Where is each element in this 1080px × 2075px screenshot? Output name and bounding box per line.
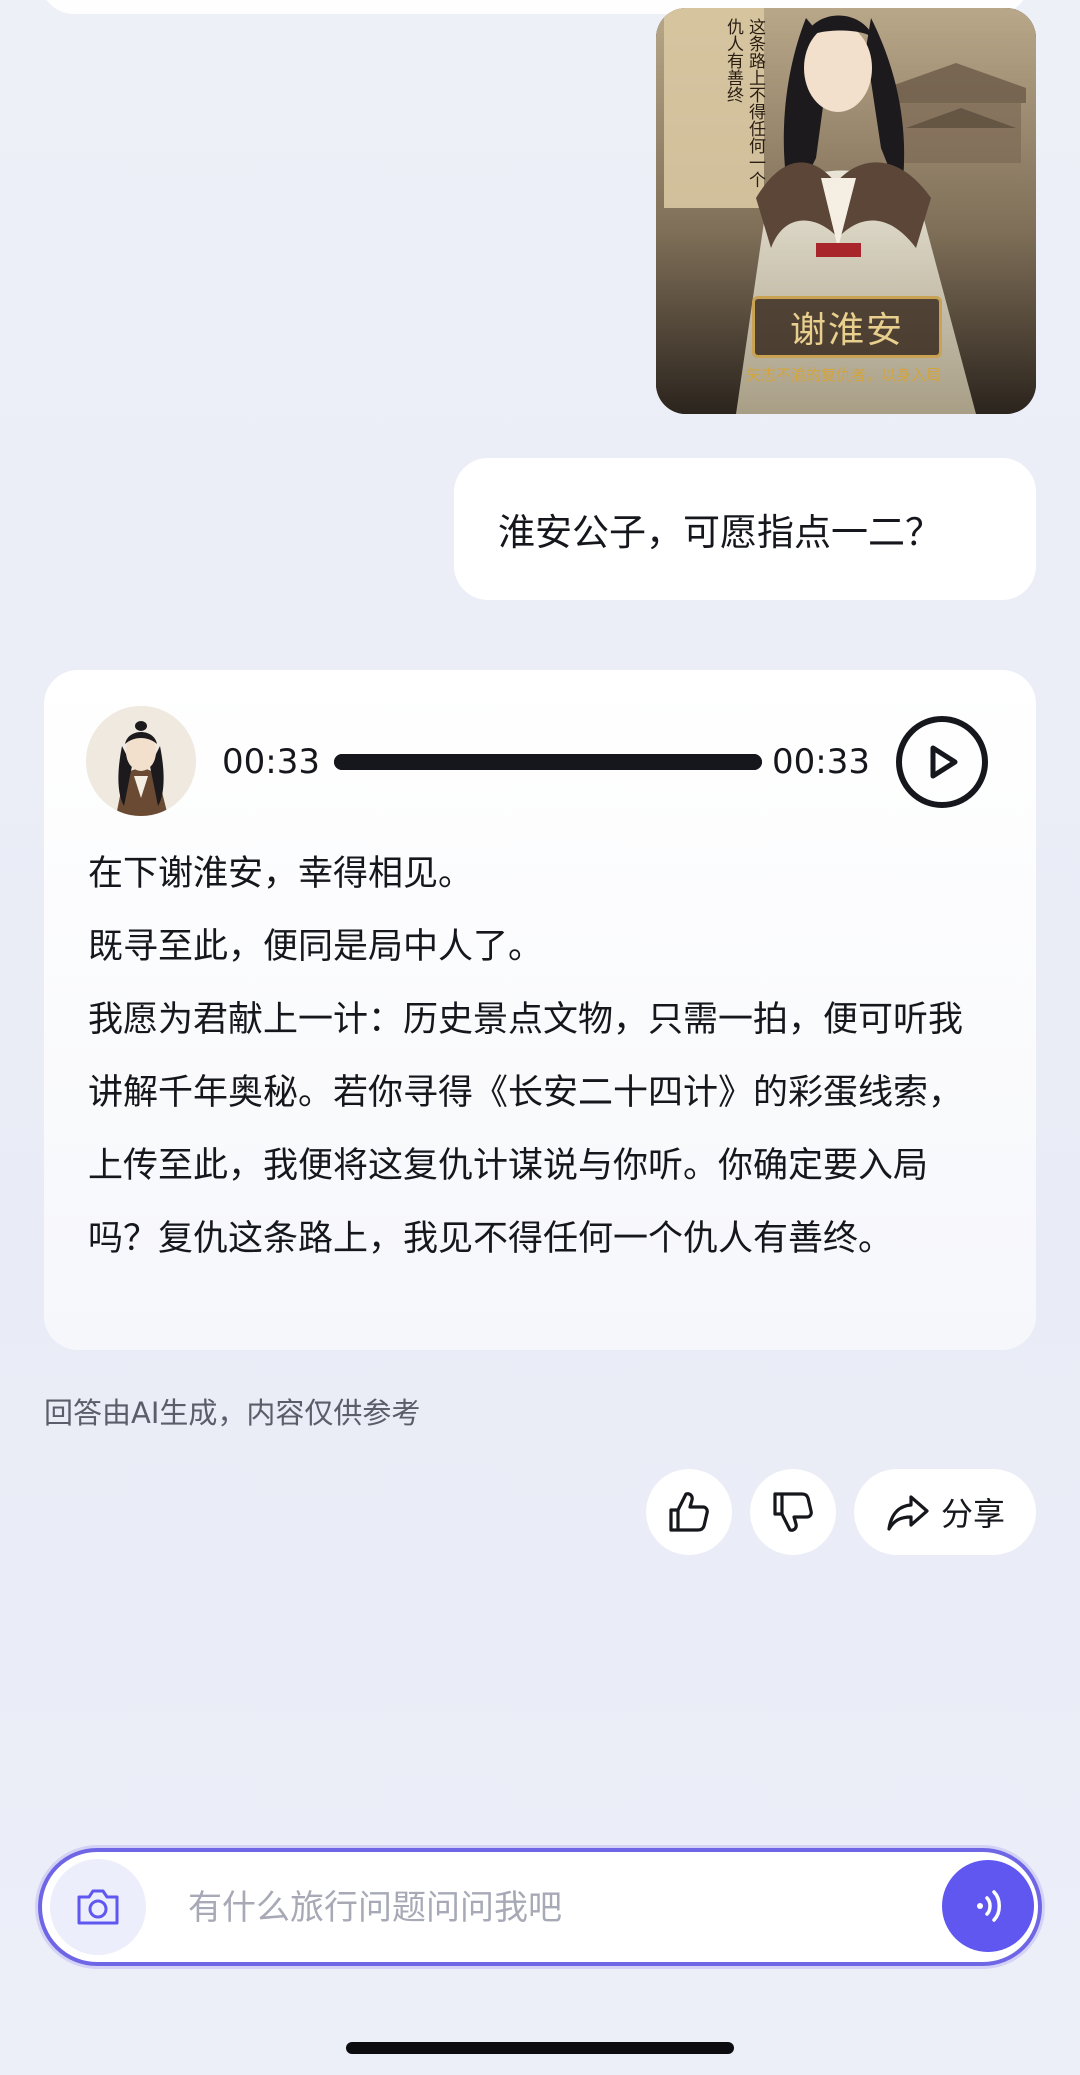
- poster-vertical-text: 这条路上不得任何一个仇人有善终: [723, 18, 765, 188]
- reply-line: 在下谢淮安，幸得相见。: [88, 854, 474, 894]
- avatar-illustration: [86, 706, 196, 816]
- poster-title: 谢淮安: [752, 296, 942, 358]
- user-message-text: 淮安公子，可愿指点一二？: [498, 511, 942, 554]
- voice-button[interactable]: [942, 1860, 1034, 1952]
- ai-disclaimer: 回答由AI生成，内容仅供参考: [44, 1396, 421, 1430]
- audio-play-button[interactable]: [896, 716, 988, 808]
- character-avatar: [86, 706, 196, 816]
- dislike-button[interactable]: [750, 1469, 836, 1555]
- share-button[interactable]: 分享: [854, 1469, 1036, 1555]
- audio-current-time: 00:33: [222, 742, 320, 782]
- audio-progress-bar[interactable]: [334, 754, 762, 770]
- audio-total-time: 00:33: [772, 742, 870, 782]
- chat-input-bar: [38, 1848, 1042, 1966]
- thumbs-up-icon: [669, 1492, 709, 1532]
- character-poster-image[interactable]: 这条路上不得任何一个仇人有善终 谢淮安 矢志不渝的复仇者，以身入局: [656, 8, 1036, 414]
- thumbs-down-icon: [773, 1492, 813, 1532]
- voice-wave-icon: [977, 1890, 1001, 1922]
- poster-tagline: 矢志不渝的复仇者，以身入局: [746, 366, 942, 384]
- chat-screen: 这条路上不得任何一个仇人有善终 谢淮安 矢志不渝的复仇者，以身入局 淮安公子，可…: [0, 0, 1080, 2075]
- share-label: 分享: [940, 1495, 1005, 1533]
- camera-icon: [77, 1889, 119, 1925]
- audio-progress-fill: [334, 754, 762, 770]
- ai-response-card: 00:33 00:33 在下谢淮安，幸得相见。 既寻至此，便同是局中人了。 我愿…: [44, 670, 1036, 1350]
- chat-input[interactable]: [188, 1880, 788, 1936]
- home-indicator: [346, 2042, 734, 2054]
- share-icon: [887, 1495, 929, 1531]
- reply-line: 我愿为君献上一计：历史景点文物，只需一拍，便可听我讲解千年奥秘。若你寻得《长安二…: [88, 1000, 964, 1259]
- play-icon: [930, 745, 958, 779]
- like-button[interactable]: [646, 1469, 732, 1555]
- reply-line: 既寻至此，便同是局中人了。: [88, 927, 544, 967]
- camera-button[interactable]: [50, 1859, 146, 1955]
- user-message-bubble: 淮安公子，可愿指点一二？: [454, 458, 1036, 600]
- ai-reply-text: 在下谢淮安，幸得相见。 既寻至此，便同是局中人了。 我愿为君献上一计：历史景点文…: [88, 838, 988, 1276]
